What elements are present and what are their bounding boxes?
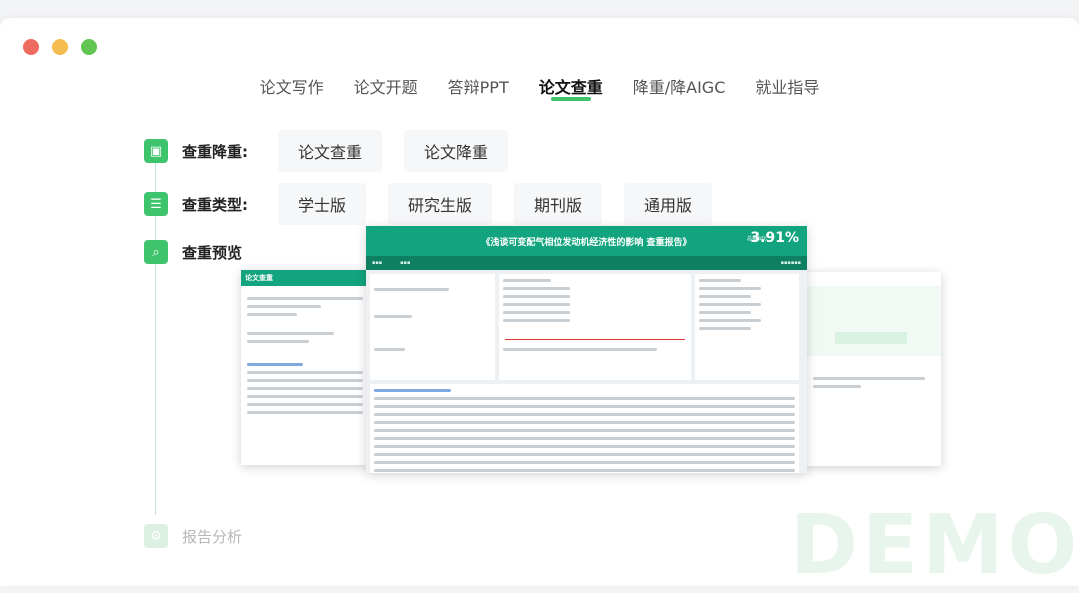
left-report-title: 论文查重 <box>241 270 369 286</box>
window-controls <box>23 39 97 55</box>
option-general-button[interactable]: 通用版 <box>624 183 713 225</box>
close-dot[interactable] <box>23 39 39 55</box>
minimize-dot[interactable] <box>52 39 68 55</box>
step-reduce-label: 查重降重: <box>182 142 248 161</box>
demo-watermark: DEMO <box>790 498 1079 593</box>
step-analysis-label: 报告分析 <box>182 527 243 546</box>
option-bachelor-button[interactable]: 学士版 <box>278 183 367 225</box>
main-report-card: 《浅谈可变配气相位发动机经济性的影响 查重报告》 总相似比 3.91% ▪▪▪ ▪… <box>366 226 807 473</box>
option-graduate-button[interactable]: 研究生版 <box>388 183 493 225</box>
left-report-card: 论文查重 <box>241 270 369 465</box>
preview-fade <box>270 500 690 540</box>
right-report-card <box>805 272 941 466</box>
step-preview: ⌕ 查重预览 <box>144 240 278 264</box>
option-check-button[interactable]: 论文查重 <box>278 130 383 172</box>
report-body <box>366 270 807 473</box>
similarity-value: 3.91% <box>750 230 799 246</box>
tab-plagiarism-check[interactable]: 论文查重 <box>539 74 603 104</box>
tab-paper-writing[interactable]: 论文写作 <box>260 74 324 104</box>
step-analysis: ⚙ 报告分析 <box>144 524 278 548</box>
step-type-label: 查重类型: <box>182 195 248 214</box>
tab-defense-ppt[interactable]: 答辩PPT <box>448 74 509 104</box>
tab-reduce-aigc[interactable]: 降重/降AIGC <box>633 74 726 104</box>
option-reduce-button[interactable]: 论文降重 <box>404 130 509 172</box>
report-header: 《浅谈可变配气相位发动机经济性的影响 查重报告》 总相似比 3.91% <box>366 226 807 256</box>
step-reduce: ▣ 查重降重: 论文查重 论文降重 <box>144 130 530 172</box>
top-nav: 论文写作 论文开题 答辩PPT 论文查重 降重/降AIGC 就业指导 <box>0 74 1079 104</box>
report-subbar: ▪▪▪ ▪▪▪ ▪▪▪▪▪▪ <box>366 256 807 270</box>
option-journal-button[interactable]: 期刊版 <box>514 183 603 225</box>
tab-proposal[interactable]: 论文开题 <box>354 74 418 104</box>
report-title: 《浅谈可变配气相位发动机经济性的影响 查重报告》 <box>481 237 692 248</box>
tab-career[interactable]: 就业指导 <box>755 74 819 104</box>
preview-search-icon: ⌕ <box>144 240 168 264</box>
step-type: ☰ 查重类型: 学士版 研究生版 期刊版 通用版 <box>144 183 734 225</box>
document-icon: ▣ <box>144 139 168 163</box>
analysis-icon: ⚙ <box>144 524 168 548</box>
list-icon: ☰ <box>144 192 168 216</box>
maximize-dot[interactable] <box>81 39 97 55</box>
step-preview-label: 查重预览 <box>182 243 243 262</box>
